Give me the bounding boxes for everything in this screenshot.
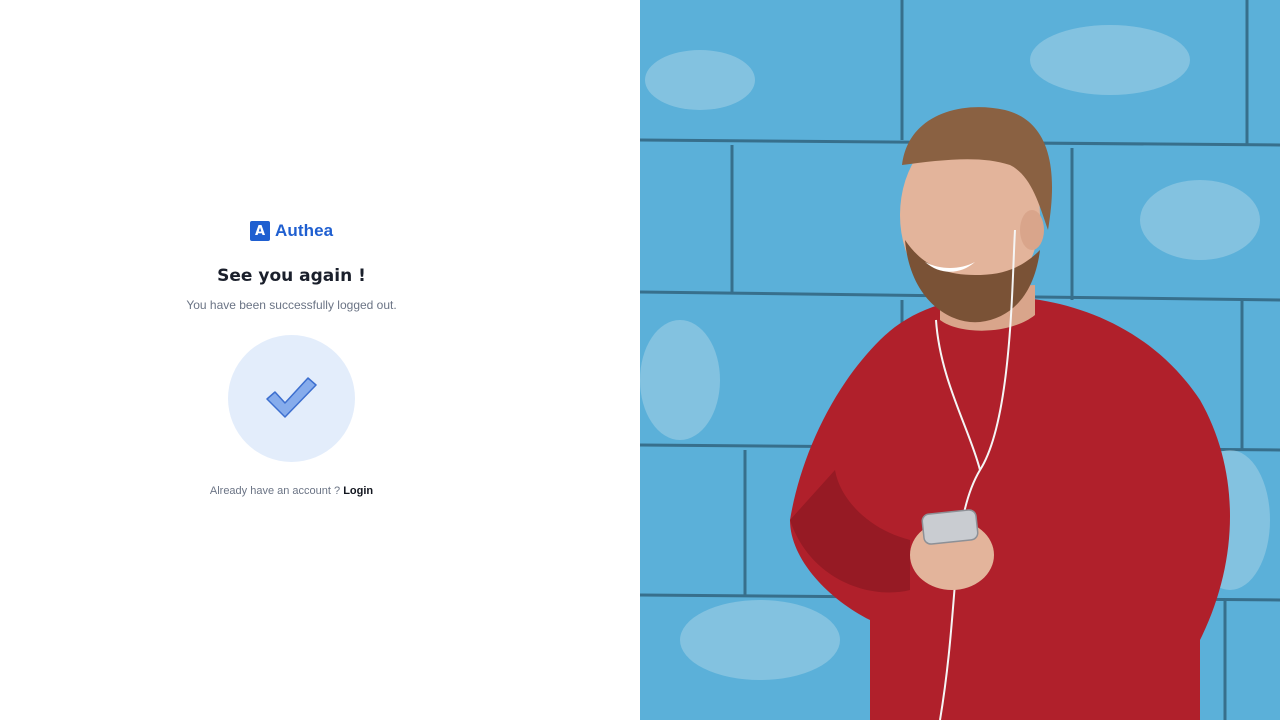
checkmark-icon	[266, 377, 317, 418]
logout-panel: A Authea See you again ! You have been s…	[0, 0, 640, 720]
brand-name: Authea	[275, 221, 334, 240]
success-illustration	[228, 335, 355, 462]
page-title: See you again !	[217, 266, 366, 286]
brand-logo[interactable]: A Authea	[250, 220, 333, 242]
hero-photo-illustration	[640, 0, 1280, 720]
logout-message: You have been successfully logged out.	[186, 298, 397, 312]
login-prompt-text: Already have an account ?	[209, 485, 344, 497]
login-link[interactable]: Login	[343, 485, 373, 497]
login-prompt: Already have an account ? Login	[0, 485, 583, 497]
hero-photo	[640, 0, 1280, 720]
brand-mark-icon: A	[250, 221, 270, 241]
